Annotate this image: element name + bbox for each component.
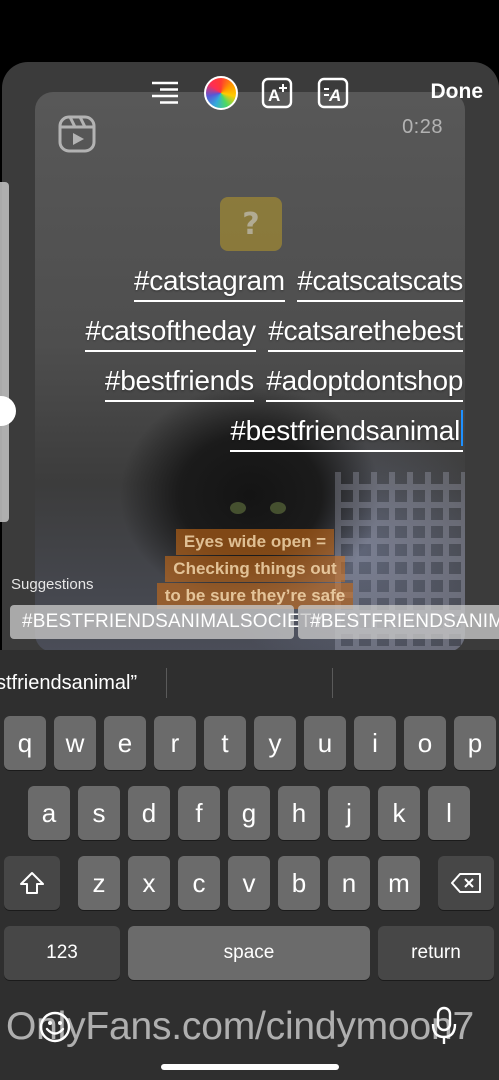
hashtag-line: #bestfriendsanimal [23,408,463,458]
key-b[interactable]: b [278,856,320,910]
backspace-icon [451,873,481,893]
question-mark-glyph: ? [242,206,260,242]
story-text-editor-screen: 0:28 ? Eyes wide open = Checking things … [0,0,499,1080]
cat-eyes [230,502,290,518]
key-i[interactable]: i [354,716,396,770]
key-r[interactable]: r [154,716,196,770]
caption-line: Eyes wide open = [175,529,335,555]
key-e[interactable]: e [104,716,146,770]
key-o[interactable]: o [404,716,446,770]
key-y[interactable]: y [254,716,296,770]
hashtag-line: #catstagram #catscatscats [23,258,463,308]
key-u[interactable]: u [304,716,346,770]
delete-key[interactable] [438,856,494,910]
predictive-text-bar: stfriendsanimal” [0,650,499,716]
suggestion-chip[interactable]: #BESTFRIENDSANIMAL [298,605,499,639]
text-effect-icon: A [261,77,293,109]
hashtag-text-input[interactable]: #catstagram #catscatscats #catsoftheday … [23,258,463,458]
reels-icon [58,115,96,153]
key-j[interactable]: j [328,786,370,840]
text-align-button[interactable] [148,76,182,110]
key-l[interactable]: l [428,786,470,840]
text-effect-button[interactable]: A [260,76,294,110]
video-timer: 0:28 [402,116,443,138]
prediction-divider [166,668,167,698]
text-align-icon [152,81,178,104]
hashtag-line: #bestfriends #adoptdontshop [23,358,463,408]
hashtag[interactable]: #catsarethebest [268,312,463,352]
hashtag[interactable]: #catsoftheday [85,312,256,352]
key-q[interactable]: q [4,716,46,770]
question-sticker: ? [220,197,282,251]
key-z[interactable]: z [78,856,120,910]
key-h[interactable]: h [278,786,320,840]
numbers-key[interactable]: 123 [4,926,120,980]
hashtag-text: #bestfriendsanimal [230,415,460,446]
hashtag[interactable]: #catstagram [134,262,285,302]
text-size-slider[interactable] [0,182,9,522]
key-f[interactable]: f [178,786,220,840]
text-background-icon: A [317,77,349,109]
hashtag[interactable]: #catscatscats [297,262,463,302]
key-w[interactable]: w [54,716,96,770]
done-button[interactable]: Done [431,80,484,104]
key-k[interactable]: k [378,786,420,840]
text-cursor [461,410,463,446]
hashtag[interactable]: #bestfriends [104,362,254,402]
prediction-suggestion[interactable]: stfriendsanimal” [0,672,137,695]
key-c[interactable]: c [178,856,220,910]
color-wheel-button[interactable] [204,76,238,110]
return-key[interactable]: return [378,926,494,980]
key-v[interactable]: v [228,856,270,910]
key-p[interactable]: p [454,716,496,770]
key-a[interactable]: a [28,786,70,840]
suggestion-chip[interactable]: #BESTFRIENDSANIMALSOCIETY [10,605,325,639]
video-caption: Eyes wide open = Checking things out to … [140,528,370,609]
hashtag-active[interactable]: #bestfriendsanimal [230,410,463,452]
watermark: OnlyFans.com/cindymoon7 [6,1005,474,1048]
svg-text:A: A [328,86,341,105]
hashtag-line: #catsoftheday #catsarethebest [23,308,463,358]
caption-line: Checking things out [165,556,345,582]
key-t[interactable]: t [204,716,246,770]
shift-icon [20,872,44,894]
key-n[interactable]: n [328,856,370,910]
space-key[interactable]: space [128,926,370,980]
prediction-divider [332,668,333,698]
home-indicator[interactable] [161,1064,339,1070]
key-s[interactable]: s [78,786,120,840]
shift-key[interactable] [4,856,60,910]
key-d[interactable]: d [128,786,170,840]
svg-text:A: A [268,86,280,105]
key-g[interactable]: g [228,786,270,840]
key-m[interactable]: m [378,856,420,910]
key-x[interactable]: x [128,856,170,910]
suggestions-label: Suggestions [11,576,94,593]
hashtag[interactable]: #adoptdontshop [266,362,463,402]
text-background-button[interactable]: A [316,76,350,110]
